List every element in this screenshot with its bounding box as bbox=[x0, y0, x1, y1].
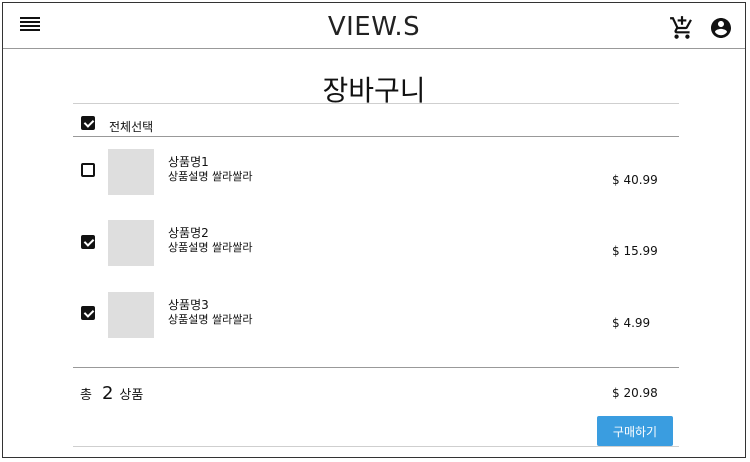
select-all-checkbox[interactable] bbox=[81, 116, 95, 130]
app-frame: VIEW.S 장바구니 전체선택 상품명1 상품설명 쌀라쌀라 $ 40.99 상품명… bbox=[2, 2, 746, 458]
total-price: $ 20.98 bbox=[612, 386, 658, 400]
selected-count: 2 bbox=[101, 383, 114, 404]
product-thumbnail[interactable] bbox=[108, 149, 154, 195]
cart-item: 상품명2 상품설명 쌀라쌀라 $ 15.99 bbox=[73, 220, 679, 280]
account-circle-icon[interactable] bbox=[709, 16, 733, 40]
product-thumbnail[interactable] bbox=[108, 220, 154, 266]
product-thumbnail[interactable] bbox=[108, 292, 154, 338]
product-description: 상품설명 쌀라쌀라 bbox=[168, 170, 253, 183]
divider bbox=[73, 446, 679, 447]
purchase-button[interactable]: 구매하기 bbox=[597, 416, 673, 446]
add-to-cart-icon[interactable] bbox=[669, 15, 695, 41]
product-description: 상품설명 쌀라쌀라 bbox=[168, 241, 253, 254]
product-price: $ 4.99 bbox=[612, 316, 651, 330]
divider bbox=[73, 103, 679, 104]
product-price: $ 40.99 bbox=[612, 173, 658, 187]
cart-item: 상품명3 상품설명 쌀라쌀라 $ 4.99 bbox=[73, 292, 679, 352]
product-description: 상품설명 쌀라쌀라 bbox=[168, 313, 253, 326]
header: VIEW.S bbox=[3, 3, 745, 49]
total-summary: 총 2 상품 bbox=[80, 383, 143, 404]
total-label: 총 bbox=[80, 388, 92, 403]
logo[interactable]: VIEW.S bbox=[3, 12, 745, 42]
divider bbox=[73, 136, 679, 137]
cart-item: 상품명1 상품설명 쌀라쌀라 $ 40.99 bbox=[73, 149, 679, 209]
select-all-label: 전체선택 bbox=[109, 120, 154, 134]
item-checkbox[interactable] bbox=[81, 235, 95, 249]
item-checkbox[interactable] bbox=[81, 306, 95, 320]
item-checkbox[interactable] bbox=[81, 163, 95, 177]
divider bbox=[73, 367, 679, 368]
product-price: $ 15.99 bbox=[612, 244, 658, 258]
selected-unit: 상품 bbox=[119, 388, 144, 403]
